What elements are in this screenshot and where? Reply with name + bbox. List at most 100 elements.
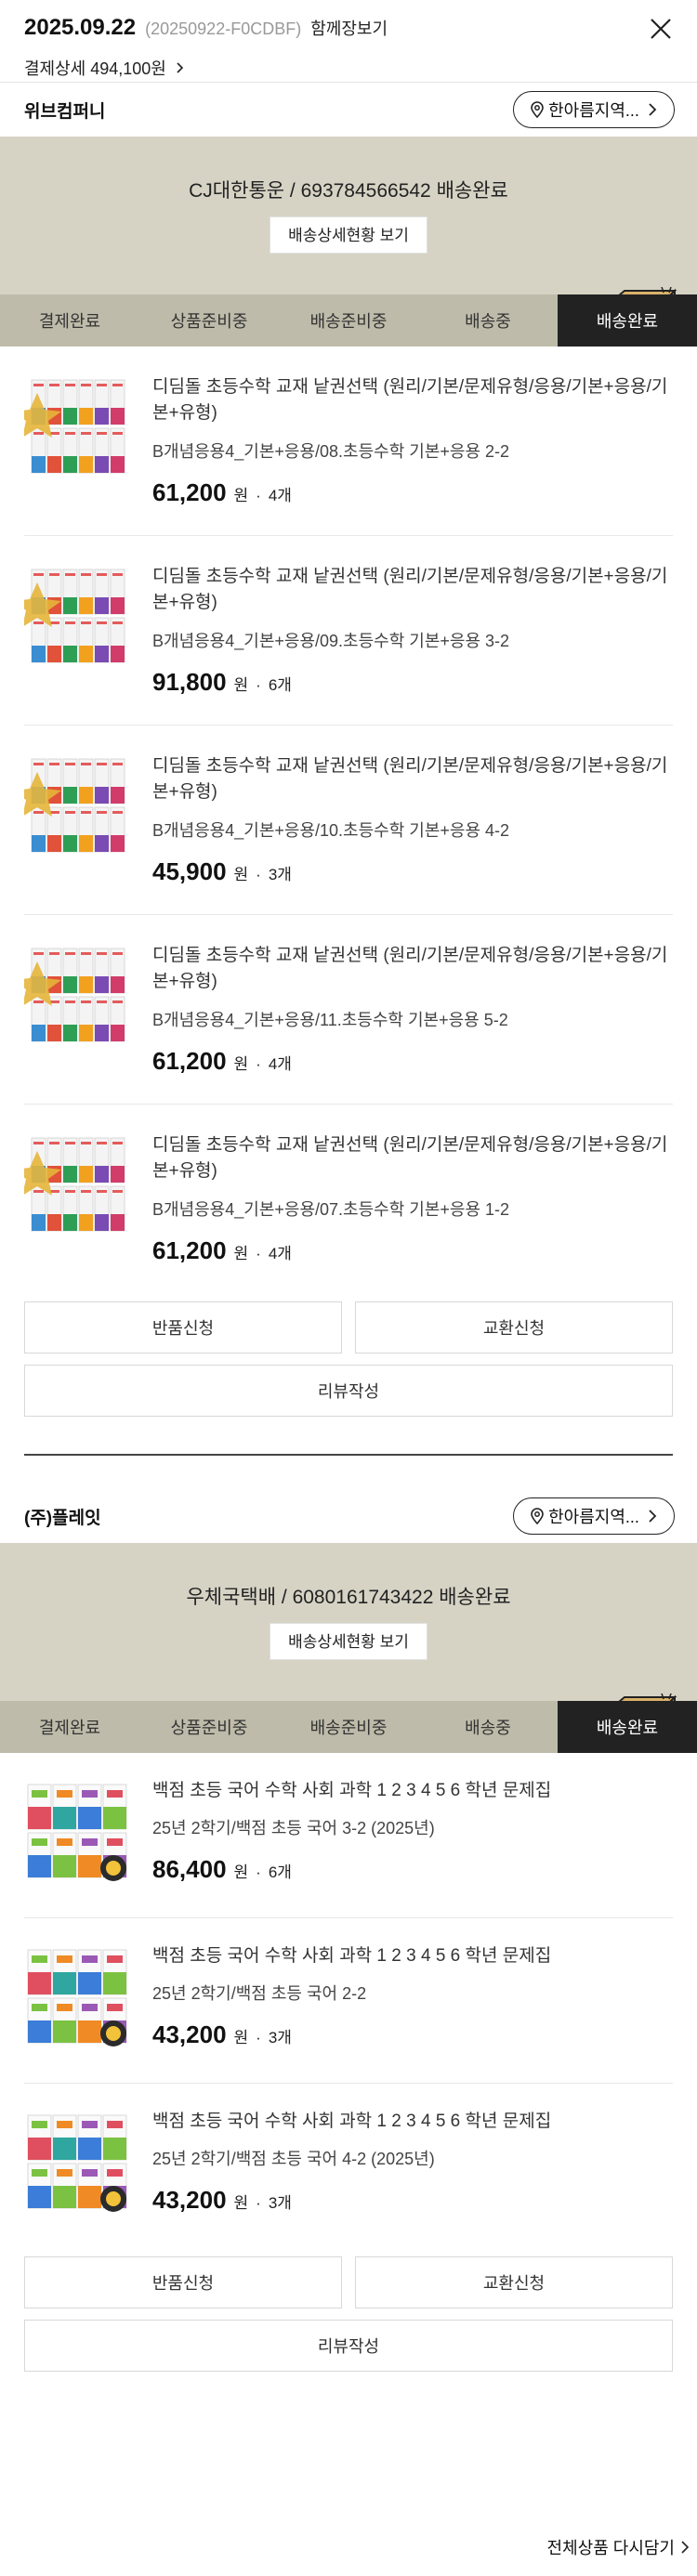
product-name: 백점 초등 국어 수학 사회 과학 1 2 3 4 5 6 학년 문제집 [152, 1781, 552, 1800]
separator-dot: · [256, 487, 261, 504]
shipping-detail-button[interactable]: 배송상세현황 보기 [270, 1623, 427, 1660]
currency-unit: 원 [233, 2029, 249, 2046]
product-option: 25년 2학기/백점 초등 국어 4-2 (2025년) [152, 2150, 435, 2168]
product-price: 43,200 [152, 2020, 227, 2048]
product-price: 91,800 [152, 668, 227, 696]
location-pin-icon [531, 1508, 544, 1524]
product-name: 백점 초등 국어 수학 사회 과학 1 2 3 4 5 6 학년 문제집 [152, 1946, 552, 1966]
currency-unit: 원 [233, 487, 249, 504]
separator-dot: · [256, 1055, 261, 1073]
chevron-right-icon [681, 2541, 690, 2554]
chevron-right-icon [649, 1510, 657, 1523]
product-price: 61,200 [152, 1236, 227, 1264]
seller-name: 위브컴퍼니 [24, 101, 106, 122]
list-item[interactable]: 백점 초등 국어 수학 사회 과학 1 2 3 4 5 6 학년 문제집 25년… [24, 2084, 673, 2249]
write-review-button[interactable]: 리뷰작성 [24, 2320, 673, 2372]
close-icon[interactable] [649, 17, 673, 41]
currency-unit: 원 [233, 1863, 249, 1881]
product-quantity: 4개 [268, 1245, 292, 1262]
product-list: 백점 초등 국어 수학 사회 과학 1 2 3 4 5 6 학년 문제집 25년… [0, 1753, 697, 2249]
order-date: 2025.09.22 [24, 15, 137, 40]
product-price: 61,200 [152, 1047, 227, 1075]
product-quantity: 3개 [268, 2194, 292, 2212]
product-option: B개념응용4_기본+응용/09.초등수학 기본+응용 3-2 [152, 632, 510, 650]
together-shopping-label: 함께장보기 [310, 20, 388, 38]
region-label: 한아름지역... [548, 101, 639, 120]
product-name: 디딤돌 초등수학 교재 낱권선택 (원리/기본/문제유형/응용/기본+응용/기본… [152, 756, 668, 802]
step-delivered: 배송완료 [558, 294, 697, 347]
product-thumbnail [13, 753, 132, 861]
product-price: 45,900 [152, 857, 227, 885]
shipping-banner: 우체국택배 / 6080161743422 배송완료 배송상세현황 보기 결제완… [0, 1543, 697, 1753]
chevron-right-icon [649, 103, 657, 116]
exchange-request-button[interactable]: 교환신청 [355, 1301, 673, 1353]
product-option: B개념응용4_기본+응용/11.초등수학 기본+응용 5-2 [152, 1011, 508, 1029]
step-preparing-product: 상품준비중 [139, 1701, 279, 1753]
seller-name: (주)플레잇 [24, 1508, 101, 1528]
separator-dot: · [256, 1863, 261, 1881]
product-name: 백점 초등 국어 수학 사회 과학 1 2 3 4 5 6 학년 문제집 [152, 2112, 552, 2131]
return-request-button[interactable]: 반품신청 [24, 2256, 342, 2308]
step-delivered: 배송완료 [558, 1701, 697, 1753]
separator-dot: · [256, 866, 261, 883]
order-header: 2025.09.22 (20250922-F0CDBF) 함께장보기 결제상세 … [0, 0, 697, 82]
product-thumbnail [24, 1944, 132, 2052]
product-price: 61,200 [152, 478, 227, 506]
currency-unit: 원 [233, 1055, 249, 1073]
product-thumbnail [13, 564, 132, 672]
list-item[interactable]: 백점 초등 국어 수학 사회 과학 1 2 3 4 5 6 학년 문제집 25년… [24, 1918, 673, 2084]
shipping-status: 우체국택배 / 6080161743422 배송완료 [186, 1587, 511, 1608]
list-item[interactable]: 디딤돌 초등수학 교재 낱권선택 (원리/기본/문제유형/응용/기본+응용/기본… [13, 726, 673, 915]
product-thumbnail [13, 1132, 132, 1240]
region-label: 한아름지역... [548, 1508, 639, 1526]
step-preparing-shipping: 배송준비중 [279, 1701, 418, 1753]
currency-unit: 원 [233, 2194, 249, 2212]
shipping-steps: 결제완료 상품준비중 배송준비중 배송중 배송완료 [0, 294, 697, 347]
product-option: 25년 2학기/백점 초등 국어 2-2 [152, 1984, 367, 2003]
write-review-button[interactable]: 리뷰작성 [24, 1365, 673, 1417]
step-in-transit: 배송중 [418, 294, 558, 347]
list-item[interactable]: 디딤돌 초등수학 교재 낱권선택 (원리/기본/문제유형/응용/기본+응용/기본… [13, 347, 673, 536]
reorder-all-link[interactable]: 전체상품 다시담기 [547, 2535, 690, 2559]
product-option: B개념응용4_기본+응용/08.초등수학 기본+응용 2-2 [152, 442, 510, 461]
shipping-banner: CJ대한통운 / 693784566542 배송완료 배송상세현황 보기 결제완… [0, 137, 697, 347]
product-option: 25년 2학기/백점 초등 국어 3-2 (2025년) [152, 1819, 435, 1837]
exchange-request-button[interactable]: 교환신청 [355, 2256, 673, 2308]
list-item[interactable]: 디딤돌 초등수학 교재 낱권선택 (원리/기본/문제유형/응용/기본+응용/기본… [13, 536, 673, 726]
product-name: 디딤돌 초등수학 교재 낱권선택 (원리/기본/문제유형/응용/기본+응용/기본… [152, 567, 668, 612]
chevron-right-icon [177, 62, 184, 73]
step-paid: 결제완료 [0, 1701, 139, 1753]
return-request-button[interactable]: 반품신청 [24, 1301, 342, 1353]
product-quantity: 4개 [268, 1055, 292, 1073]
shipping-detail-button[interactable]: 배송상세현황 보기 [270, 216, 427, 254]
shipping-steps: 결제완료 상품준비중 배송준비중 배송중 배송완료 [0, 1701, 697, 1753]
product-option: B개념응용4_기본+응용/07.초등수학 기본+응용 1-2 [152, 1200, 510, 1219]
region-button[interactable]: 한아름지역... [513, 1497, 675, 1535]
product-name: 디딤돌 초등수학 교재 낱권선택 (원리/기본/문제유형/응용/기본+응용/기본… [152, 946, 668, 991]
list-item[interactable]: 디딤돌 초등수학 교재 낱권선택 (원리/기본/문제유형/응용/기본+응용/기본… [13, 915, 673, 1105]
seller-header: (주)플레잇 한아름지역... [0, 1489, 697, 1543]
currency-unit: 원 [233, 866, 249, 883]
separator-dot: · [256, 676, 261, 694]
order-actions: 반품신청 교환신청 리뷰작성 [0, 2256, 697, 2372]
location-pin-icon [531, 101, 544, 118]
order-actions: 반품신청 교환신청 리뷰작성 [0, 1301, 697, 1417]
order-number: (20250922-F0CDBF) [145, 20, 302, 38]
list-item[interactable]: 디딤돌 초등수학 교재 낱권선택 (원리/기본/문제유형/응용/기본+응용/기본… [13, 1105, 673, 1294]
product-quantity: 4개 [268, 487, 292, 504]
separator-dot: · [256, 2029, 261, 2046]
product-list: 디딤돌 초등수학 교재 낱권선택 (원리/기본/문제유형/응용/기본+응용/기본… [0, 347, 697, 1294]
separator-dot: · [256, 1245, 261, 1262]
product-option: B개념응용4_기본+응용/10.초등수학 기본+응용 4-2 [152, 821, 510, 840]
currency-unit: 원 [233, 676, 249, 694]
product-thumbnail [24, 1779, 132, 1887]
region-button[interactable]: 한아름지역... [513, 91, 675, 128]
product-price: 86,400 [152, 1855, 227, 1883]
product-thumbnail [24, 2110, 132, 2217]
reorder-all-label: 전체상품 다시담기 [546, 2539, 675, 2557]
product-thumbnail [13, 943, 132, 1051]
list-item[interactable]: 백점 초등 국어 수학 사회 과학 1 2 3 4 5 6 학년 문제집 25년… [24, 1753, 673, 1918]
product-quantity: 6개 [268, 676, 292, 694]
payment-detail-link[interactable]: 결제상세 494,100원 [24, 56, 673, 80]
step-preparing-product: 상품준비중 [139, 294, 279, 347]
